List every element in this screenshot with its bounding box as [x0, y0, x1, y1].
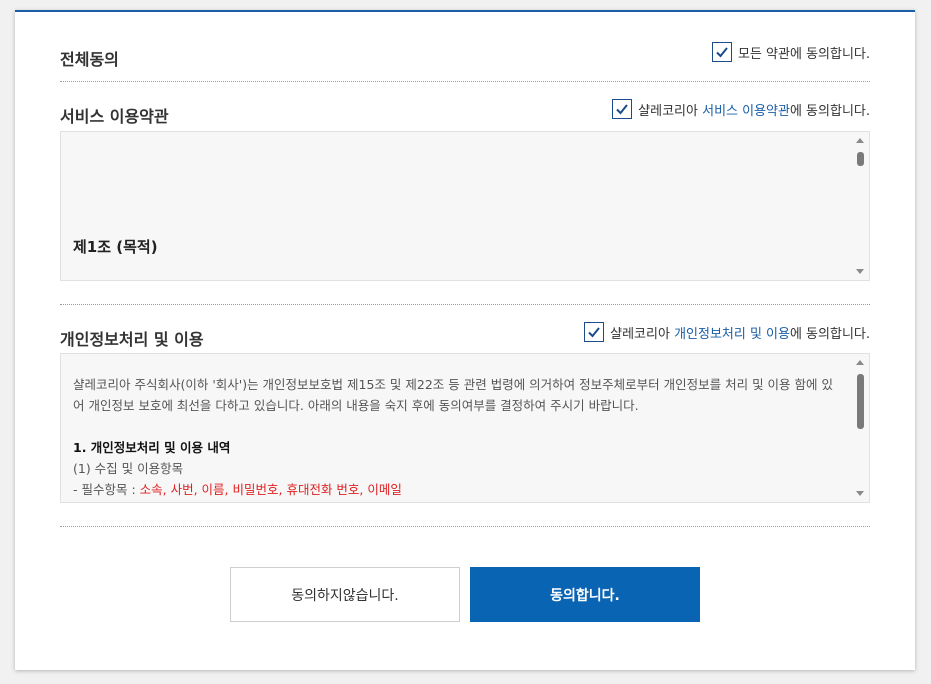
service-terms-agree-label: 샬레코리아 서비스 이용약관에 동의합니다.	[638, 103, 870, 119]
privacy-checkbox[interactable]	[584, 322, 605, 342]
checkmark-icon	[716, 47, 728, 58]
divider	[60, 526, 870, 527]
agree-button[interactable]: 동의합니다.	[470, 567, 700, 622]
all-agree-checkbox[interactable]	[712, 42, 732, 62]
all-agree-title: 전체동의	[60, 50, 119, 69]
scrollbar[interactable]	[853, 354, 869, 502]
scrollbar[interactable]	[853, 132, 869, 280]
scroll-down-arrow-icon[interactable]	[856, 491, 864, 496]
privacy-required-items: - 필수항목 : 소속, 사번, 이름, 비밀번호, 휴대전화 번호, 이메일	[73, 482, 402, 497]
service-terms-scrollbox[interactable]: 제1조 (목적)	[60, 131, 870, 281]
scroll-up-arrow-icon[interactable]	[856, 138, 864, 143]
divider	[60, 304, 870, 305]
scroll-up-arrow-icon[interactable]	[856, 360, 864, 365]
service-terms-checkbox[interactable]	[612, 99, 633, 119]
privacy-section-heading: 1. 개인정보처리 및 이용 내역	[73, 440, 231, 455]
all-agree-option[interactable]: 모든 약관에 동의합니다.	[712, 42, 870, 62]
checkmark-icon	[616, 104, 628, 115]
disagree-button[interactable]: 동의하지않습니다.	[230, 567, 460, 622]
privacy-agree-option[interactable]: 샬레코리아 개인정보처리 및 이용에 동의합니다.	[584, 322, 870, 342]
divider	[60, 81, 870, 82]
privacy-content: 샬레코리아 주식회사(이하 '회사')는 개인정보보호법 제15조 및 제22조…	[61, 354, 853, 502]
all-agree-label: 모든 약관에 동의합니다.	[738, 46, 870, 62]
privacy-title: 개인정보처리 및 이용	[60, 330, 204, 349]
privacy-intro-text: 샬레코리아 주식회사(이하 '회사')는 개인정보보호법 제15조 및 제22조…	[73, 377, 833, 413]
terms-agreement-panel: 전체동의 모든 약관에 동의합니다. 서비스 이용약관 샬레코리아 서비스 이용…	[15, 10, 915, 670]
article-title: 제1조 (목적)	[73, 238, 158, 256]
scroll-thumb[interactable]	[857, 374, 864, 429]
checkmark-icon	[588, 327, 600, 338]
scroll-thumb[interactable]	[857, 152, 864, 166]
privacy-sub-heading: (1) 수집 및 이용항목	[73, 461, 184, 476]
service-terms-agree-option[interactable]: 샬레코리아 서비스 이용약관에 동의합니다.	[612, 99, 870, 119]
scroll-down-arrow-icon[interactable]	[856, 269, 864, 274]
privacy-agree-label: 샬레코리아 개인정보처리 및 이용에 동의합니다.	[610, 326, 870, 342]
service-terms-title: 서비스 이용약관	[60, 107, 169, 126]
privacy-scrollbox[interactable]: 샬레코리아 주식회사(이하 '회사')는 개인정보보호법 제15조 및 제22조…	[60, 353, 870, 503]
